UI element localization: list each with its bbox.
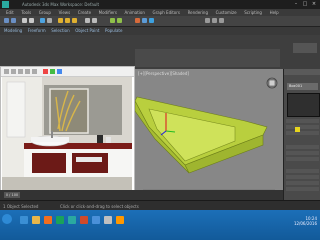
parameter-row[interactable] (286, 145, 319, 149)
menu-item[interactable]: Help (270, 9, 279, 16)
mirror-icon[interactable] (110, 18, 115, 23)
parameter-row[interactable] (286, 169, 319, 173)
app-icon[interactable] (104, 216, 112, 224)
save-image-icon[interactable] (4, 69, 9, 74)
blue-channel-icon[interactable] (57, 69, 62, 74)
app-logo-icon (2, 1, 9, 8)
align-icon[interactable] (117, 18, 122, 23)
link-icon[interactable] (22, 18, 27, 23)
unlink-icon[interactable] (29, 18, 34, 23)
maximize-icon[interactable]: □ (301, 1, 309, 7)
prompt-hint: Click or click-and-drag to select object… (60, 204, 139, 209)
ribbon-tab[interactable]: Freeform (28, 27, 46, 35)
menu-item[interactable]: Rendering (188, 9, 208, 16)
render-setup-icon[interactable] (142, 18, 147, 23)
time-slider[interactable]: 0 / 100 (4, 192, 20, 198)
schematic-icon[interactable] (219, 18, 224, 23)
menu-item[interactable]: Modifiers (99, 9, 117, 16)
menu-item[interactable]: Animation (125, 9, 145, 16)
ie-icon[interactable] (20, 216, 28, 224)
copy-image-icon[interactable] (11, 69, 16, 74)
parameter-row[interactable] (286, 125, 319, 129)
clear-icon[interactable] (32, 69, 37, 74)
menu-item[interactable]: Edit (6, 9, 14, 16)
command-panel-tabs[interactable] (284, 69, 320, 75)
menu-bar: Edit Tools Group Views Create Modifiers … (0, 9, 320, 16)
browser-icon[interactable] (56, 216, 64, 224)
menu-item[interactable]: Tools (21, 9, 31, 16)
app-icon[interactable] (80, 216, 88, 224)
layer-icon[interactable] (205, 18, 210, 23)
viewport-label[interactable]: [+][Perspective][Shaded] (138, 71, 189, 76)
panel-tabs[interactable] (293, 43, 317, 53)
clone-window-icon[interactable] (18, 69, 23, 74)
clock-date: 12/06/2016 (293, 221, 317, 226)
ribbon-tab[interactable]: Selection (51, 27, 69, 35)
media-player-icon[interactable] (44, 216, 52, 224)
render-icon[interactable] (149, 18, 154, 23)
minimize-icon[interactable]: – (292, 1, 300, 7)
frame-window-toolbar (1, 67, 134, 77)
ribbon-tab[interactable]: Object Paint (75, 27, 99, 35)
app-titlebar: Autodesk 3ds Max Workspace: Default – □ … (0, 0, 320, 9)
parameter-row[interactable] (286, 157, 319, 161)
object-name-field[interactable]: Box001 (287, 83, 318, 90)
main-toolbar (0, 16, 320, 27)
windows-taskbar: 10:24 12/06/2016 (0, 210, 320, 240)
timeline[interactable]: 0 / 100 (0, 190, 283, 200)
modifier-stack[interactable] (287, 93, 320, 117)
scale-icon[interactable] (72, 18, 77, 23)
undo-icon[interactable] (4, 18, 9, 23)
menu-item[interactable]: Views (59, 9, 71, 16)
redo-icon[interactable] (11, 18, 16, 23)
menu-item[interactable]: Scripting (244, 9, 262, 16)
selection-status: 1 Object Selected (3, 204, 39, 209)
app-icon[interactable] (92, 216, 100, 224)
system-clock[interactable]: 10:24 12/06/2016 (294, 216, 317, 226)
print-icon[interactable] (25, 69, 30, 74)
menu-item[interactable]: Group (39, 9, 51, 16)
explorer-icon[interactable] (32, 216, 40, 224)
select-icon[interactable] (40, 18, 45, 23)
move-icon[interactable] (58, 18, 63, 23)
parameter-row[interactable] (286, 181, 319, 185)
menu-item[interactable]: Customize (216, 9, 237, 16)
rotate-icon[interactable] (65, 18, 70, 23)
3dsmax-icon[interactable] (68, 216, 76, 224)
material-editor-icon[interactable] (135, 18, 140, 23)
menu-item[interactable]: Create (78, 9, 91, 16)
select-region-icon[interactable] (47, 18, 52, 23)
ribbon-tools (135, 49, 280, 67)
red-channel-icon[interactable] (43, 69, 48, 74)
parameter-row[interactable] (286, 131, 319, 135)
ribbon: Modeling Freeform Selection Object Paint… (0, 27, 320, 35)
ribbon-panel (0, 35, 320, 69)
parameter-row[interactable] (286, 187, 319, 191)
rendered-image (2, 77, 132, 190)
ribbon-tab[interactable]: Populate (105, 27, 122, 35)
app-icon[interactable] (116, 216, 124, 224)
angle-snap-icon[interactable] (92, 18, 97, 23)
green-channel-icon[interactable] (50, 69, 55, 74)
viewport-scene (134, 77, 278, 200)
ribbon-tab[interactable]: Modeling (4, 27, 22, 35)
curve-editor-icon[interactable] (212, 18, 217, 23)
parameter-row[interactable] (286, 175, 319, 179)
snap-icon[interactable] (85, 18, 90, 23)
command-panel: Box001 (283, 69, 320, 200)
app-title: Autodesk 3ds Max Workspace: Default (22, 2, 100, 7)
viewport-perspective[interactable] (134, 69, 283, 200)
object-color-swatch[interactable] (295, 127, 300, 132)
parameter-row[interactable] (286, 151, 319, 155)
parameter-row[interactable] (286, 119, 319, 123)
close-icon[interactable]: × (310, 1, 318, 7)
rendered-frame-window[interactable] (0, 66, 135, 192)
start-button-icon[interactable] (2, 214, 12, 224)
menu-item[interactable]: Graph Editors (153, 9, 180, 16)
